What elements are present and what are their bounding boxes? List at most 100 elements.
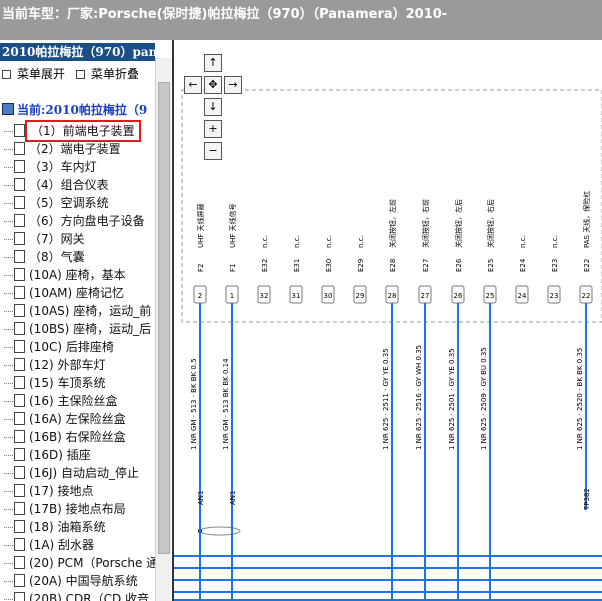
pin-number: 28 [388, 292, 397, 300]
tree-item-label: (16B) 右保险丝盒 [29, 430, 126, 444]
connector-pin[interactable]: n.c. E23 23 [547, 235, 561, 304]
connector-pin[interactable]: 关闭按钮，左后 E26 26 1 NR 625 · 2501 · GY YE 0.35 [448, 199, 465, 601]
tree-item-label: (12) 外部车灯 [29, 358, 106, 372]
zoom-out-button[interactable]: − [204, 142, 222, 160]
tree-item[interactable]: (16B) 右保险丝盒 [4, 428, 126, 446]
tree-item[interactable]: （2）端电子装置 [4, 140, 121, 158]
sidebar-tree: 2010帕拉梅拉（970）pan 菜单展开 菜单折叠 当前:2010帕拉梅拉（9… [0, 40, 172, 601]
tree-item-label: (10AS) 座椅，运动_前 [29, 304, 152, 318]
pin-id-label: E22 [583, 259, 591, 272]
pin-function-label: n.c. [519, 235, 527, 248]
pan-zoom-controls: ↑ ← ✥ → ↓ + − [180, 52, 244, 162]
tree-item[interactable]: （6）方向盘电子设备 [4, 212, 145, 230]
pan-left-button[interactable]: ← [184, 76, 202, 94]
pin-number: 22 [582, 292, 591, 300]
document-icon [14, 574, 25, 587]
tree-item[interactable]: (17B) 接地点布局 [4, 500, 126, 518]
sidebar-scrollbar[interactable] [155, 58, 171, 601]
scrollbar-thumb[interactable] [158, 82, 170, 554]
pan-up-button[interactable]: ↑ [204, 54, 222, 72]
tree-item[interactable]: (20A) 中国导航系统 [4, 572, 138, 590]
wiring-diagram-canvas[interactable]: UHF 天线屏蔽 F2 2 1 NR GM · 513 · BK BK 0.5 AN1 U… [174, 40, 602, 601]
tree-connector [4, 527, 13, 528]
tree-item[interactable]: (17) 接地点 [4, 482, 93, 500]
connector-pin[interactable]: UHF 天线信号 F1 1 1 NR GM · 513 BK BK 0.14 AN1 [222, 203, 239, 601]
connector-pin[interactable]: 关闭按钮，右前 E27 27 1 NR 625 · 2516 · GY WH 0.35 [415, 199, 432, 601]
document-icon [14, 160, 25, 173]
arrow-up-icon: ↑ [208, 56, 218, 69]
pin-number: 2 [198, 292, 202, 300]
tree-connector [4, 365, 13, 366]
pan-right-button[interactable]: → [224, 76, 242, 94]
connector-pin[interactable]: n.c. E29 29 [353, 235, 367, 304]
pin-function-label: n.c. [293, 235, 301, 248]
tree-connector [4, 185, 13, 186]
tree-item[interactable]: (1A) 刮水器 [4, 536, 94, 554]
wire-end-label: TP382 [583, 488, 591, 511]
tree-connector [4, 221, 13, 222]
tree-item[interactable]: (16D) 插座 [4, 446, 91, 464]
tree-item[interactable]: （5）空调系统 [4, 194, 109, 212]
pin-function-label: 关闭按钮，右后 [486, 199, 495, 248]
pin-function-label: n.c. [261, 235, 269, 248]
tree-item[interactable]: (16J) 自动启动_停止 [4, 464, 139, 482]
connector-pin[interactable]: 关闭按钮，右后 E25 25 1 NR 625 · 2509 · GY BU 0.35 [480, 199, 497, 601]
connector-pin[interactable]: n.c. E24 24 [515, 235, 529, 304]
pin-number: 23 [550, 292, 559, 300]
document-icon [14, 448, 25, 461]
tree-item[interactable]: （7）网关 [4, 230, 85, 248]
tree-item[interactable]: （4）组合仪表 [4, 176, 109, 194]
tree-item[interactable]: (20B) CDR（CD 收音 [4, 590, 149, 601]
tree-item[interactable]: （3）车内灯 [4, 158, 97, 176]
document-icon [14, 556, 25, 569]
minus-icon: − [208, 144, 218, 157]
tree-item-label: (16A) 左保险丝盒 [29, 412, 126, 426]
pin-function-label: n.c. [551, 235, 559, 248]
document-icon [14, 304, 25, 317]
tree-item[interactable]: (15) 车顶系统 [4, 374, 105, 392]
connector-pin[interactable]: n.c. E31 31 [289, 235, 303, 304]
tree-item[interactable]: (10BS) 座椅，运动_后 [4, 320, 151, 338]
wire-spec-label: 1 NR 625 · 2516 · GY WH 0.35 [415, 345, 423, 450]
tree-item[interactable]: （8）气囊 [4, 248, 85, 266]
tree-root-node[interactable]: 当前:2010帕拉梅拉（9 [2, 102, 147, 118]
connector-pin[interactable]: PAS 天线，保险杠 E22 22 1 NR 625 · 2520 · BK BK 0… [576, 191, 593, 511]
tree-item[interactable]: (10C) 后排座椅 [4, 338, 114, 356]
tree-item[interactable]: (10AS) 座椅，运动_前 [4, 302, 151, 320]
pin-function-label: UHF 天线信号 [228, 203, 237, 248]
tree-item-label: (10C) 后排座椅 [29, 340, 114, 354]
tree-item-label: (1A) 刮水器 [29, 538, 95, 552]
pin-function-label: n.c. [325, 235, 333, 248]
wire-spec-label: 1 NR 625 · 2511 · GY YE 0.35 [382, 348, 390, 450]
document-icon [14, 214, 25, 227]
arrow-right-icon: → [228, 78, 238, 91]
tree-item-label: (17B) 接地点布局 [29, 502, 126, 516]
tree-connector [4, 293, 13, 294]
pan-down-button[interactable]: ↓ [204, 98, 222, 116]
tree-item[interactable]: (16) 主保险丝盒 [4, 392, 117, 410]
tree-connector [4, 437, 13, 438]
tree-item[interactable]: (10AM) 座椅记忆 [4, 284, 124, 302]
pin-number: 24 [518, 292, 527, 300]
connector-pin[interactable]: n.c. E32 32 [257, 235, 271, 304]
expand-menu-button[interactable]: 菜单展开 [2, 67, 65, 81]
zoom-in-button[interactable]: + [204, 120, 222, 138]
plus-icon: + [208, 122, 218, 135]
tree-item[interactable]: (12) 外部车灯 [4, 356, 105, 374]
tree-item[interactable]: (16A) 左保险丝盒 [4, 410, 126, 428]
pin-function-label: 关闭按钮，右前 [421, 199, 430, 248]
connector-pin[interactable]: UHF 天线屏蔽 F2 2 1 NR GM · 513 · BK BK 0.5 AN1 [190, 203, 207, 601]
tree-item-label: (20B) CDR（CD 收音 [29, 592, 150, 601]
tree-item-label: （3）车内灯 [29, 160, 97, 174]
pan-center-button[interactable]: ✥ [204, 76, 222, 94]
tree-item[interactable]: (18) 油箱系统 [4, 518, 105, 536]
collapse-menu-button[interactable]: 菜单折叠 [76, 67, 139, 81]
tree-item[interactable]: （1）前端电子装置 [4, 120, 141, 142]
document-icon [14, 250, 25, 263]
tree-item[interactable]: (10A) 座椅，基本 [4, 266, 126, 284]
connector-pin[interactable]: 关闭按钮，左前 E28 28 1 NR 625 · 2511 · GY YE 0.35 [382, 199, 399, 601]
pin-id-label: E23 [551, 259, 559, 272]
connector-pin[interactable]: n.c. E30 30 [321, 235, 335, 304]
tree-item[interactable]: (20) PCM（Porsche 通 [4, 554, 158, 572]
tree-item-label: (20) PCM（Porsche 通 [29, 556, 159, 570]
